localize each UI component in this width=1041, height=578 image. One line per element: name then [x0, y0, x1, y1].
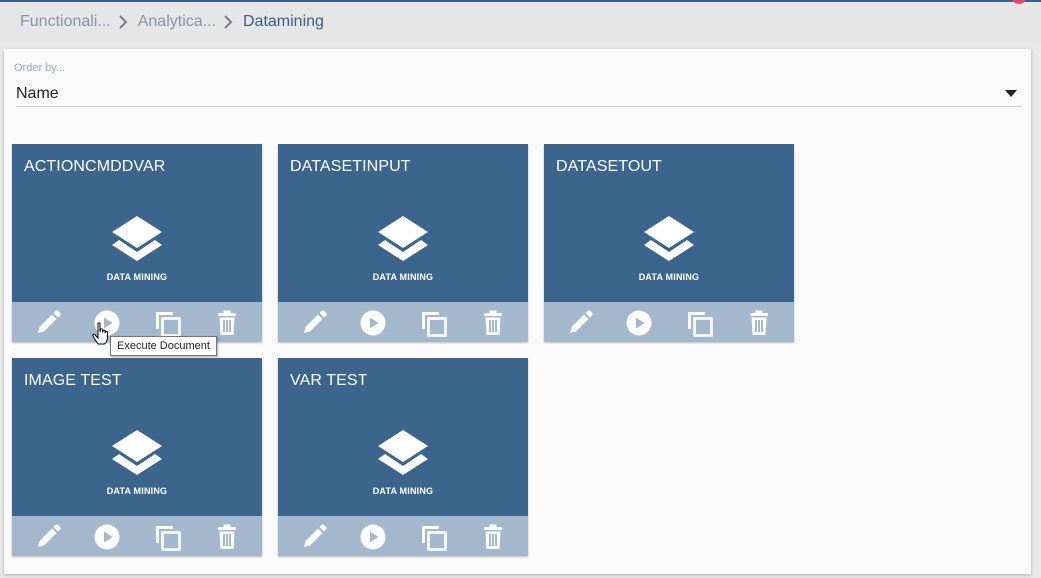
order-by-label: Order by...	[14, 62, 66, 74]
document-type: DATA MINING	[106, 486, 168, 496]
edit-icon[interactable]	[34, 309, 62, 337]
document-card-preview[interactable]: DATASETOUT DATA MINING	[544, 144, 794, 302]
layers-icon	[376, 214, 430, 280]
chevron-right-icon	[115, 14, 131, 30]
clone-icon[interactable]	[420, 309, 448, 337]
document-card: ACTIONCMDDVAR DATA MINING	[12, 144, 262, 342]
edit-icon[interactable]	[300, 523, 328, 551]
document-card-preview[interactable]: DATASETINPUT DATA MINING	[278, 144, 528, 302]
card-actions	[12, 516, 262, 556]
document-title: DATASETINPUT	[290, 158, 411, 175]
execute-icon[interactable]	[625, 309, 653, 337]
breadcrumb-item-functionalities[interactable]: Functionali...	[20, 13, 111, 31]
chevron-right-icon	[220, 14, 236, 30]
delete-icon[interactable]	[213, 309, 241, 337]
document-title: IMAGE TEST	[24, 372, 122, 389]
document-card-preview[interactable]: ACTIONCMDDVAR DATA MINING	[12, 144, 262, 302]
delete-icon[interactable]	[479, 523, 507, 551]
document-title: DATASETOUT	[556, 158, 662, 175]
document-type: DATA MINING	[372, 486, 434, 496]
layers-icon	[642, 214, 696, 280]
card-actions	[544, 302, 794, 342]
edit-icon[interactable]	[300, 309, 328, 337]
card-actions	[278, 516, 528, 556]
document-card-preview[interactable]: VAR TEST DATA MINING	[278, 358, 528, 516]
document-card: VAR TEST DATA MINING	[278, 358, 528, 556]
layers-icon	[110, 428, 164, 494]
layers-icon	[376, 428, 430, 494]
edit-icon[interactable]	[34, 523, 62, 551]
document-card: DATASETOUT DATA MINING	[544, 144, 794, 342]
card-actions	[278, 302, 528, 342]
breadcrumb-item-analytical[interactable]: Analytica...	[138, 13, 216, 31]
clone-icon[interactable]	[686, 309, 714, 337]
execute-tooltip: Execute Document	[110, 336, 217, 356]
document-type: DATA MINING	[106, 272, 168, 282]
document-card: IMAGE TEST DATA MINING	[12, 358, 262, 556]
order-by-value: Name	[16, 85, 59, 102]
clone-icon[interactable]	[154, 309, 182, 337]
document-card: DATASETINPUT DATA MINING	[278, 144, 528, 342]
layers-icon	[110, 214, 164, 280]
execute-icon[interactable]	[359, 523, 387, 551]
execute-icon[interactable]	[359, 309, 387, 337]
order-by-select[interactable]: Name	[16, 82, 1021, 107]
execute-icon[interactable]	[93, 523, 121, 551]
document-title: ACTIONCMDDVAR	[24, 158, 166, 175]
clone-icon[interactable]	[154, 523, 182, 551]
delete-icon[interactable]	[745, 309, 773, 337]
edit-icon[interactable]	[566, 309, 594, 337]
delete-icon[interactable]	[479, 309, 507, 337]
delete-icon[interactable]	[213, 523, 241, 551]
clone-icon[interactable]	[420, 523, 448, 551]
document-type: DATA MINING	[372, 272, 434, 282]
breadcrumb-item-datamining: Datamining	[242, 13, 324, 30]
document-type: DATA MINING	[638, 272, 700, 282]
document-title: VAR TEST	[290, 372, 368, 389]
document-card-preview[interactable]: IMAGE TEST DATA MINING	[12, 358, 262, 516]
dropdown-arrow-icon	[1005, 90, 1017, 97]
hand-cursor-icon	[92, 322, 110, 346]
breadcrumb: Functionali... Analytica... Datamining	[0, 2, 1041, 42]
